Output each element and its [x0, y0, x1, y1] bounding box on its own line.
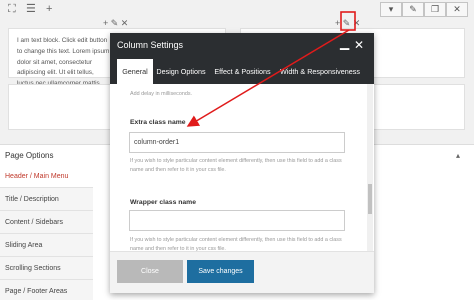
modal-header: Column Settings ▁ ✕ — [110, 33, 374, 59]
wrapper-class-label: Wrapper class name — [130, 199, 196, 206]
extra-class-input[interactable]: column-order1 — [129, 132, 345, 153]
delete-row-icon[interactable]: ✕ — [446, 2, 468, 17]
close-icon[interactable]: ✕ — [354, 38, 364, 52]
menu-item-footer[interactable]: Page / Footer Areas — [0, 280, 93, 300]
delay-hint: Add delay in milliseconds. — [130, 91, 193, 97]
top-toolbar: ⛶ ☰ + ▾ ✎ ❐ ✕ — [0, 0, 474, 18]
page-options-title: Page Options — [5, 151, 54, 160]
tab-width-responsiveness[interactable]: Width & Responsiveness — [276, 59, 364, 84]
wrapper-class-help: If you wish to style particular content … — [130, 237, 342, 251]
menu-item-sliding[interactable]: Sliding Area — [0, 234, 93, 257]
modal-title: Column Settings — [117, 40, 184, 50]
screenshot-root: ⛶ ☰ + ▾ ✎ ❐ ✕ + ✎ ✕ I am text block. Cli… — [0, 0, 474, 300]
tab-effect-positions[interactable]: Effect & Positions — [211, 59, 274, 84]
modal-scrollbar[interactable] — [367, 84, 373, 251]
scrollbar-thumb[interactable] — [368, 184, 372, 214]
tab-general[interactable]: General — [117, 59, 153, 84]
modal-footer: Close Save changes — [110, 251, 374, 293]
modal-body[interactable]: Add delay in milliseconds. Extra class n… — [110, 84, 374, 251]
extra-class-label: Extra class name — [130, 119, 186, 126]
close-button[interactable]: Close — [117, 260, 183, 283]
extra-class-help: If you wish to style particular content … — [130, 158, 342, 173]
edit-row-icon[interactable]: ✎ — [402, 2, 424, 17]
column-settings-modal: Column Settings ▁ ✕ General Design Optio… — [110, 33, 374, 293]
menu-item-title[interactable]: Title / Description — [0, 188, 93, 211]
menu-item-header[interactable]: Header / Main Menu — [0, 165, 93, 188]
collapse-icon[interactable]: ▴ — [456, 151, 460, 160]
tab-bar: General Design Options Effect & Position… — [110, 59, 374, 84]
add-icon[interactable]: + — [46, 3, 52, 15]
minimize-icon[interactable]: ▁ — [340, 36, 349, 50]
menu-icon[interactable]: ☰ — [26, 3, 36, 15]
wrapper-class-input[interactable] — [129, 210, 345, 231]
copy-row-icon[interactable]: ❐ — [424, 2, 446, 17]
page-options-menu: Header / Main Menu Title / Description C… — [0, 165, 93, 300]
dropdown-icon[interactable]: ▾ — [380, 2, 402, 17]
row-tools: ▾ ✎ ❐ ✕ — [380, 2, 468, 17]
menu-item-content[interactable]: Content / Sidebars — [0, 211, 93, 234]
save-changes-button[interactable]: Save changes — [187, 260, 254, 283]
menu-item-scrolling[interactable]: Scrolling Sections — [0, 257, 93, 280]
expand-icon[interactable]: ⛶ — [8, 3, 16, 15]
tab-design-options[interactable]: Design Options — [153, 59, 209, 84]
